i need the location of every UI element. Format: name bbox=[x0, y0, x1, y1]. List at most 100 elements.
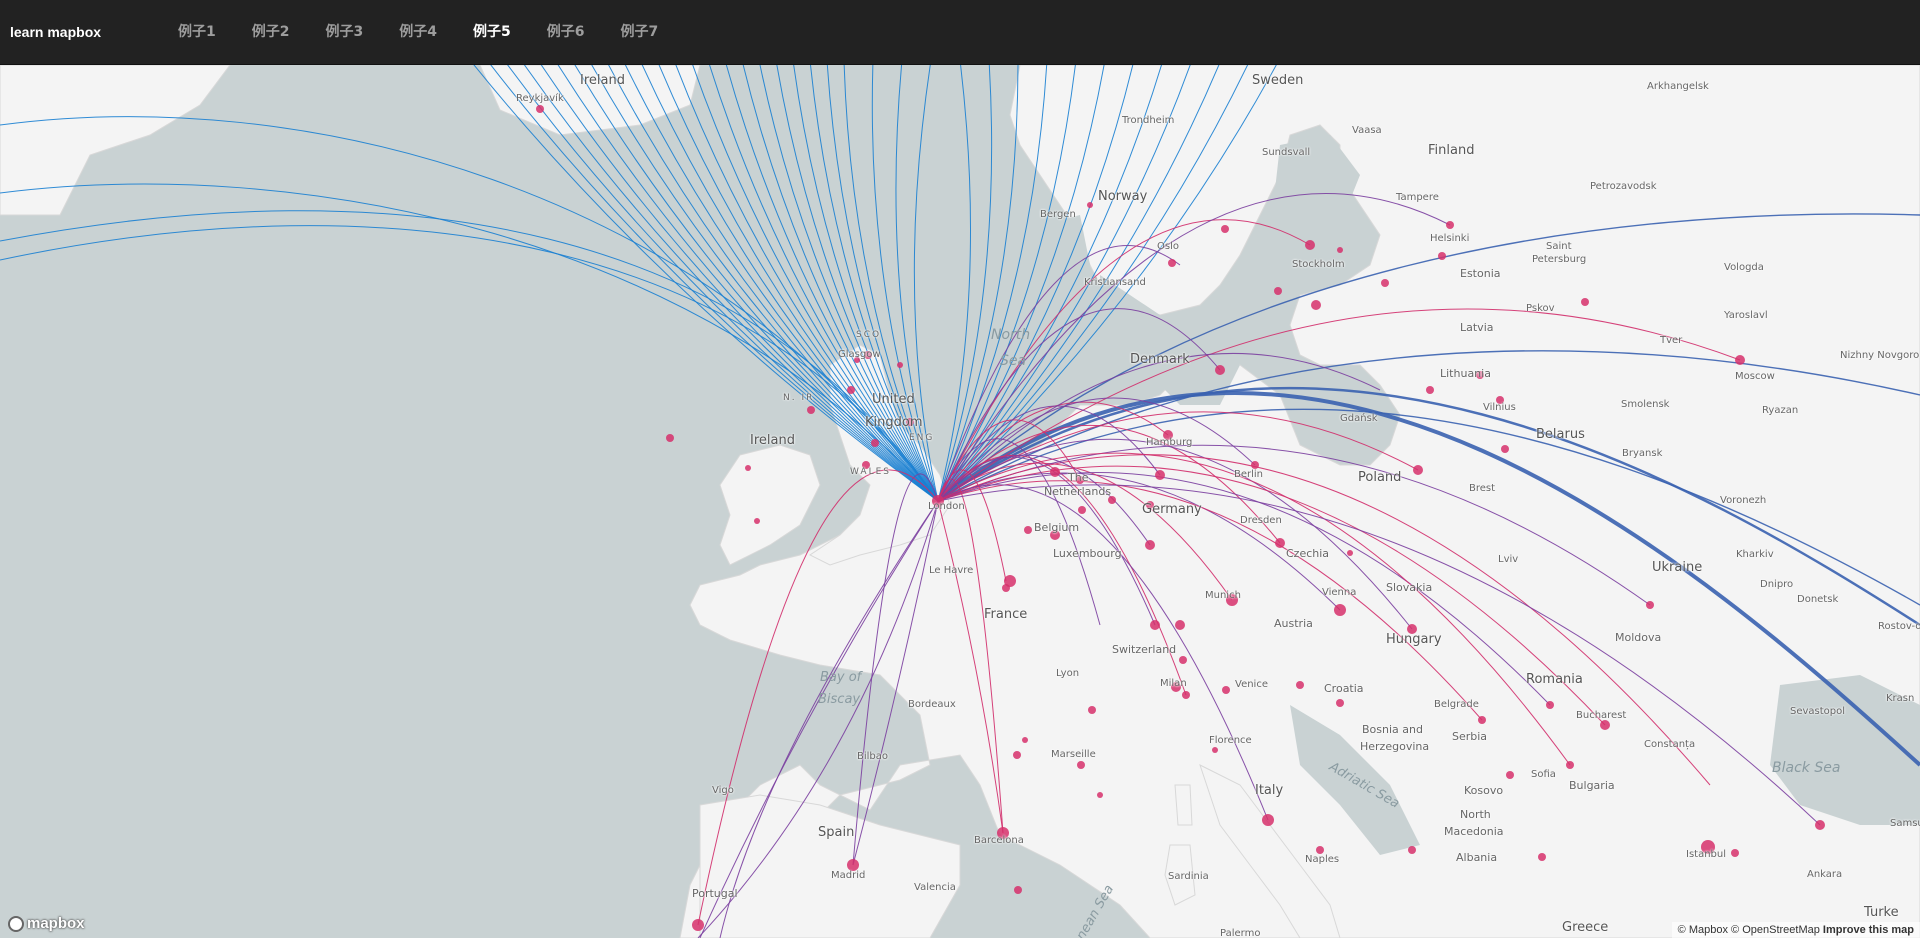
city-dot bbox=[1426, 386, 1434, 394]
label-czechia: Czechia bbox=[1286, 547, 1330, 560]
label-n-ireland: N. IR bbox=[783, 393, 815, 403]
label-switzerland: Switzerland bbox=[1112, 643, 1177, 656]
label-vaasa: Vaasa bbox=[1352, 125, 1382, 136]
attribution: © Mapbox © OpenStreetMap Improve this ma… bbox=[1671, 922, 1920, 938]
label-sweden: Sweden bbox=[1252, 73, 1304, 88]
map-canvas[interactable]: Ireland Sweden Finland Norway Denmark Un… bbox=[0, 65, 1920, 938]
nav-item-example-3[interactable]: 例子3 bbox=[308, 0, 382, 65]
label-dresden: Dresden bbox=[1240, 515, 1282, 526]
city-dot bbox=[1022, 737, 1028, 743]
label-florence: Florence bbox=[1209, 735, 1252, 746]
city-dot bbox=[1182, 691, 1190, 699]
city-dot bbox=[1446, 221, 1454, 229]
city-dot bbox=[1381, 279, 1389, 287]
label-bucharest: Bucharest bbox=[1576, 710, 1627, 721]
label-norway: Norway bbox=[1098, 189, 1148, 204]
label-lviv: Lviv bbox=[1498, 554, 1519, 565]
label-bergen: Bergen bbox=[1040, 209, 1076, 220]
label-palermo: Palermo bbox=[1220, 928, 1261, 938]
label-macedonia: Macedonia bbox=[1444, 825, 1504, 838]
label-venice: Venice bbox=[1235, 679, 1268, 690]
label-albania: Albania bbox=[1456, 851, 1498, 864]
label-finland: Finland bbox=[1428, 143, 1475, 158]
city-dot bbox=[1316, 846, 1324, 854]
brand-link[interactable]: learn mapbox bbox=[0, 24, 160, 40]
nav-item-example-5[interactable]: 例子5 bbox=[455, 0, 529, 65]
label-turkey: Turke bbox=[1864, 905, 1899, 920]
label-portugal: Portugal bbox=[692, 887, 738, 900]
label-croatia: Croatia bbox=[1324, 682, 1364, 695]
mapbox-logo[interactable]: mapbox bbox=[8, 915, 85, 932]
label-ireland: Ireland bbox=[750, 433, 795, 448]
label-ryazan: Ryazan bbox=[1762, 405, 1799, 416]
city-dot bbox=[871, 439, 879, 447]
label-kharkiv: Kharkiv bbox=[1736, 549, 1774, 560]
label-slovakia: Slovakia bbox=[1386, 581, 1433, 594]
city-dot bbox=[1408, 846, 1416, 854]
label-munich: Munich bbox=[1205, 590, 1241, 601]
label-lyon: Lyon bbox=[1056, 668, 1080, 679]
label-black-sea: Black Sea bbox=[1772, 760, 1841, 776]
city-dot bbox=[1478, 716, 1486, 724]
attribution-osm-link[interactable]: © OpenStreetMap bbox=[1731, 924, 1820, 936]
nav-item-example-6[interactable]: 例子6 bbox=[529, 0, 603, 65]
label-bilbao: Bilbao bbox=[857, 751, 889, 762]
label-krasn: Krasn bbox=[1886, 693, 1915, 704]
nav-item-example-4[interactable]: 例子4 bbox=[381, 0, 455, 65]
label-kingdom: Kingdom bbox=[865, 415, 923, 430]
label-trondheim: Trondheim bbox=[1122, 115, 1175, 126]
label-bordeaux: Bordeaux bbox=[908, 699, 956, 710]
label-estonia: Estonia bbox=[1460, 267, 1501, 280]
mapbox-logo-text: mapbox bbox=[27, 915, 85, 932]
label-austria: Austria bbox=[1274, 617, 1313, 630]
label-kosovo: Kosovo bbox=[1464, 784, 1504, 797]
city-dot bbox=[1438, 252, 1446, 260]
label-petersburg: Petersburg bbox=[1532, 254, 1587, 265]
city-dot bbox=[1002, 584, 1010, 592]
label-bryansk: Bryansk bbox=[1622, 448, 1663, 459]
label-italy: Italy bbox=[1255, 783, 1284, 798]
label-tver: Tver bbox=[1660, 335, 1683, 346]
label-latvia: Latvia bbox=[1460, 321, 1494, 334]
nav-menu: 例子1 例子2 例子3 例子4 例子5 例子6 例子7 bbox=[160, 0, 676, 65]
label-ireland-island: Ireland bbox=[580, 73, 625, 88]
city-dot bbox=[1305, 240, 1315, 250]
top-navbar: learn mapbox 例子1 例子2 例子3 例子4 例子5 例子6 例子7 bbox=[0, 0, 1920, 65]
label-ankara: Ankara bbox=[1807, 869, 1843, 880]
label-brest: Brest bbox=[1469, 483, 1496, 494]
city-dot bbox=[536, 105, 544, 113]
label-rostov: Rostov-o bbox=[1878, 621, 1920, 632]
label-london: London bbox=[928, 501, 965, 512]
city-dot bbox=[1334, 604, 1346, 616]
label-glasgow: Glasgow bbox=[838, 349, 881, 360]
city-dot bbox=[666, 434, 674, 442]
attribution-mapbox-link[interactable]: © Mapbox bbox=[1678, 924, 1728, 936]
city-dot bbox=[1168, 259, 1176, 267]
city-dot bbox=[807, 406, 815, 414]
city-dot bbox=[897, 362, 903, 368]
city-dot bbox=[1215, 365, 1225, 375]
city-dot bbox=[1078, 506, 1086, 514]
city-dot bbox=[847, 386, 855, 394]
city-dot bbox=[1212, 747, 1218, 753]
nav-item-example-2[interactable]: 例子2 bbox=[234, 0, 308, 65]
label-berlin: Berlin bbox=[1234, 469, 1264, 480]
label-poland: Poland bbox=[1358, 470, 1402, 485]
improve-map-link[interactable]: Improve this map bbox=[1823, 924, 1914, 936]
city-dot bbox=[1155, 470, 1165, 480]
label-serbia: Serbia bbox=[1452, 730, 1488, 743]
nav-item-example-1[interactable]: 例子1 bbox=[160, 0, 234, 65]
label-north: North bbox=[1460, 808, 1491, 821]
label-nizhny: Nizhny Novgoro bbox=[1840, 350, 1920, 361]
label-vilnius: Vilnius bbox=[1483, 402, 1516, 413]
city-dot bbox=[1274, 287, 1282, 295]
label-north-sea-2: Sea bbox=[1000, 353, 1027, 369]
city-dot bbox=[1024, 526, 1032, 534]
label-reykjavik: Reykjavík bbox=[516, 93, 564, 104]
city-dot bbox=[1013, 751, 1021, 759]
city-dot bbox=[1501, 445, 1509, 453]
city-dot bbox=[1538, 853, 1546, 861]
label-germany: Germany bbox=[1142, 502, 1202, 517]
nav-item-example-7[interactable]: 例子7 bbox=[603, 0, 677, 65]
label-romania: Romania bbox=[1526, 672, 1583, 687]
